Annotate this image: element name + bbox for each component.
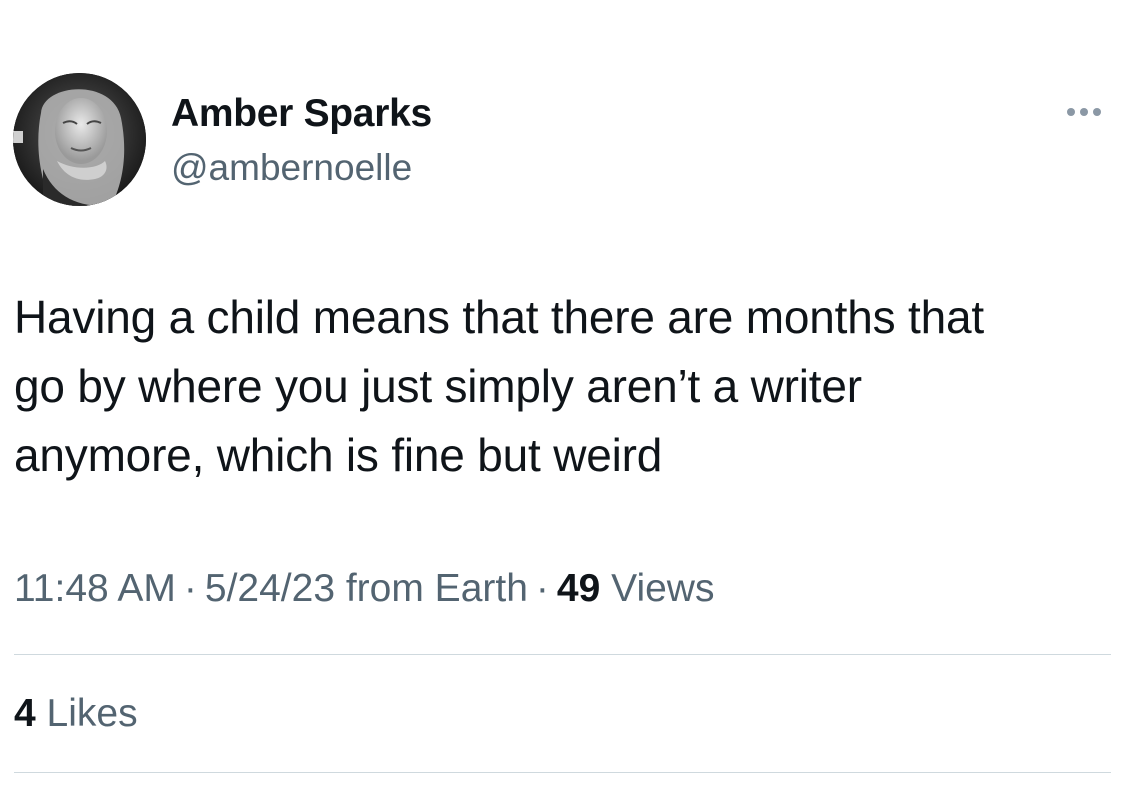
likes-count: 4 bbox=[14, 692, 36, 735]
more-horizontal-icon-dot bbox=[1080, 108, 1088, 116]
tweet-date-source[interactable]: 5/24/23 from Earth bbox=[205, 567, 528, 610]
tweet-detail: Amber Sparks @ambernoelle Having a child… bbox=[0, 0, 1147, 786]
tweet-time[interactable]: 11:48 AM bbox=[14, 567, 176, 610]
likes-label: Likes bbox=[46, 692, 138, 735]
tweet-text-line: go by where you just simply aren’t a wri… bbox=[14, 360, 862, 412]
more-horizontal-icon-dot bbox=[1093, 108, 1101, 116]
tweet-text: Having a child means that there are mont… bbox=[14, 283, 1129, 490]
divider bbox=[14, 772, 1111, 773]
more-options-button[interactable] bbox=[1058, 92, 1110, 132]
tweet-text-line: Having a child means that there are mont… bbox=[14, 291, 984, 343]
separator-dot: · bbox=[535, 567, 549, 610]
views-count: 49 bbox=[556, 567, 601, 610]
tweet-metadata: 11:48 AM · 5/24/23 from Earth · 49 Views bbox=[14, 567, 714, 611]
avatar[interactable] bbox=[13, 73, 146, 206]
views-label: Views bbox=[611, 567, 715, 610]
author-handle[interactable]: @ambernoelle bbox=[171, 147, 412, 189]
author-display-name[interactable]: Amber Sparks bbox=[171, 92, 432, 136]
likes-link[interactable]: 4 Likes bbox=[14, 692, 138, 736]
separator-dot: · bbox=[183, 567, 197, 610]
avatar-photo bbox=[13, 73, 146, 206]
tweet-text-line: anymore, which is fine but weird bbox=[14, 429, 663, 481]
divider bbox=[14, 654, 1111, 655]
more-horizontal-icon bbox=[1067, 108, 1075, 116]
